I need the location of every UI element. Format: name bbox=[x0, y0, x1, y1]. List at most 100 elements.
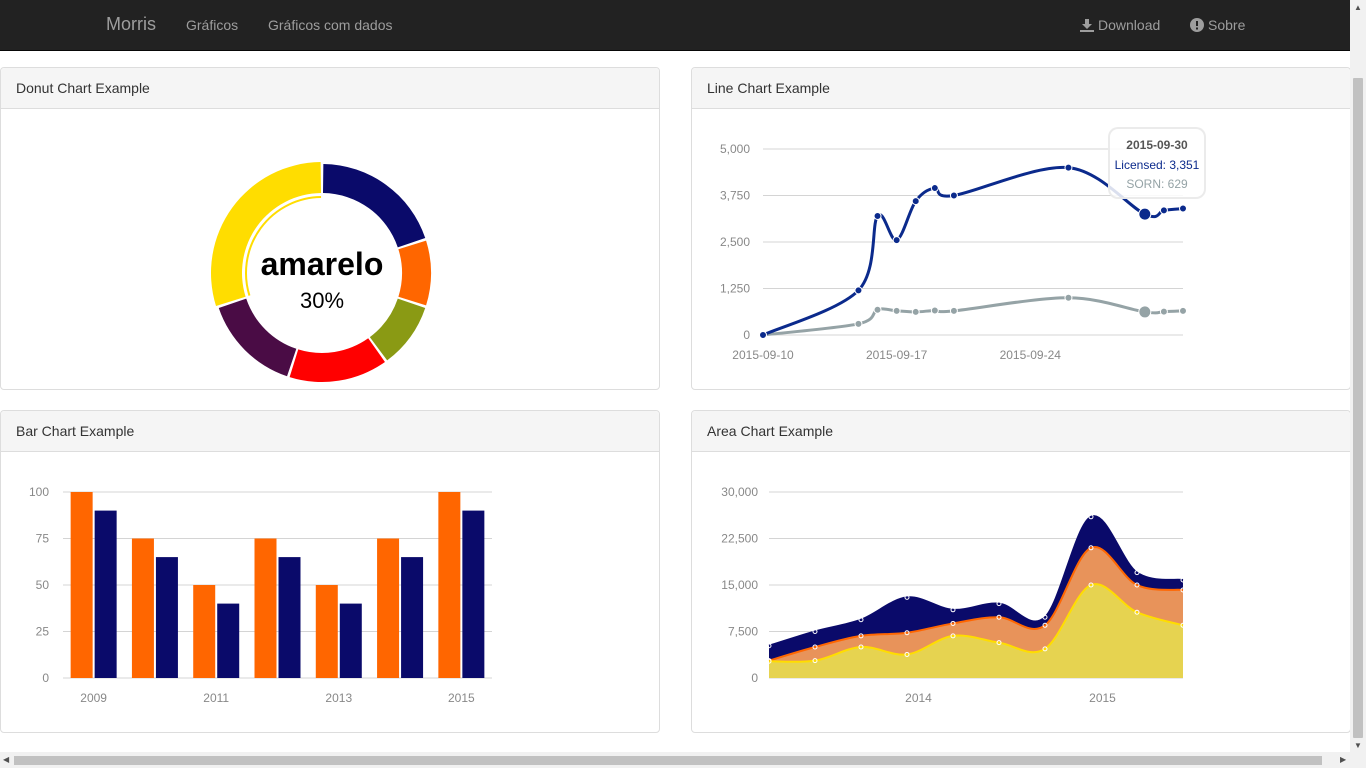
line-point bbox=[1138, 305, 1152, 319]
line-point bbox=[1179, 204, 1187, 213]
bar-chart-panel: Bar Chart Example 0 25 50 75 100 2009 2011 2013… bbox=[0, 410, 660, 733]
bar-y-tick-label: 100 bbox=[29, 485, 49, 499]
bar-x-tick-label: 2011 bbox=[203, 691, 229, 705]
bar-x-tick-label: 2015 bbox=[448, 691, 475, 705]
bar bbox=[438, 492, 461, 678]
bar-y-tick-label: 25 bbox=[36, 625, 50, 639]
line-y-tick-label: 5,000 bbox=[720, 142, 750, 156]
line-chart-panel: Line Chart Example 0 1,250 2,500 3,750 5,000… bbox=[691, 67, 1351, 390]
about-label: Sobre bbox=[1208, 17, 1246, 33]
bar-y-tick-label: 50 bbox=[36, 578, 50, 592]
brand-logo[interactable]: Morris bbox=[106, 14, 156, 35]
line-chart-tooltip: 2015-09-30 Licensed: 3,351 SORN: 629 bbox=[1108, 127, 1206, 199]
donut-chart[interactable]: amarelo 30% bbox=[1, 109, 659, 389]
area-x-tick-label: 2014 bbox=[905, 691, 932, 705]
bar bbox=[315, 585, 338, 678]
donut-chart-panel: Donut Chart Example amarelo 30% bbox=[0, 67, 660, 390]
tooltip-sorn: SORN: 629 bbox=[1126, 177, 1188, 191]
line-point bbox=[759, 331, 767, 339]
bar-y-tick-label: 0 bbox=[42, 671, 49, 685]
area-y-tick-label: 15,000 bbox=[721, 578, 758, 592]
bar bbox=[155, 557, 178, 678]
bar-x-tick-label: 2009 bbox=[80, 691, 107, 705]
line-point bbox=[1064, 163, 1073, 172]
line-point bbox=[1159, 206, 1168, 215]
line-point bbox=[1138, 207, 1152, 221]
download-link[interactable]: Download bbox=[1080, 17, 1160, 33]
line-point bbox=[854, 286, 863, 295]
donut-center-label: amarelo bbox=[261, 246, 384, 282]
donut-slice bbox=[210, 162, 322, 306]
bar bbox=[94, 510, 117, 678]
line-point bbox=[1064, 293, 1073, 302]
line-point bbox=[854, 319, 863, 328]
donut-slice bbox=[322, 164, 426, 248]
line-point bbox=[1159, 307, 1168, 316]
bar bbox=[278, 557, 301, 678]
line-point bbox=[911, 197, 920, 206]
bar-x-tick-label: 2013 bbox=[325, 691, 352, 705]
line-point bbox=[949, 306, 958, 315]
donut-slice bbox=[218, 298, 297, 377]
download-icon bbox=[1080, 19, 1094, 32]
scroll-left-arrow-icon[interactable]: ◀ bbox=[3, 756, 9, 764]
line-series-sorn bbox=[762, 296, 1184, 337]
bar bbox=[217, 603, 240, 678]
top-navbar: Morris Gráficos Gráficos com dados Downl… bbox=[0, 0, 1350, 51]
download-label: Download bbox=[1098, 17, 1161, 33]
tooltip-licensed: Licensed: 3,351 bbox=[1114, 158, 1200, 172]
line-y-tick-label: 2,500 bbox=[720, 235, 750, 249]
line-y-tick-label: 0 bbox=[743, 328, 750, 342]
bar bbox=[401, 557, 424, 678]
line-point bbox=[873, 211, 882, 220]
donut-center-value: 30% bbox=[300, 288, 344, 313]
scroll-down-arrow-icon[interactable]: ▼ bbox=[1354, 742, 1362, 750]
tooltip-date: 2015-09-30 bbox=[1126, 138, 1188, 152]
line-point bbox=[892, 306, 901, 315]
line-chart[interactable]: 0 1,250 2,500 3,750 5,000 2015-09-10 2015-09-1… bbox=[692, 109, 1350, 389]
scroll-up-arrow-icon[interactable]: ▲ bbox=[1354, 4, 1362, 12]
horizontal-scrollbar-thumb[interactable] bbox=[14, 756, 1322, 765]
line-point bbox=[892, 236, 901, 245]
area-chart[interactable]: 0 7,500 15,000 22,500 30,000 2014 2015 bbox=[692, 452, 1350, 732]
area-y-tick-label: 7,500 bbox=[728, 625, 758, 639]
line-y-tick-label: 1,250 bbox=[720, 282, 750, 296]
bar bbox=[131, 538, 154, 678]
line-point bbox=[911, 307, 920, 316]
donut-slice bbox=[289, 338, 385, 382]
area-panel-title: Area Chart Example bbox=[692, 411, 1350, 452]
about-link[interactable]: Sobre bbox=[1190, 17, 1245, 33]
bar bbox=[254, 538, 277, 678]
vertical-scrollbar-thumb[interactable] bbox=[1353, 78, 1363, 738]
bar bbox=[339, 603, 362, 678]
exclamation-circle-icon bbox=[1190, 18, 1204, 32]
line-x-tick-label: 2015-09-17 bbox=[866, 348, 928, 362]
bar-chart[interactable]: 0 25 50 75 100 2009 2011 2013 2015 bbox=[1, 452, 659, 732]
bar bbox=[377, 538, 400, 678]
bar-panel-title: Bar Chart Example bbox=[1, 411, 659, 452]
line-point bbox=[930, 306, 939, 315]
nav-link-graficos-com-dados[interactable]: Gráficos com dados bbox=[268, 17, 393, 33]
donut-slice bbox=[369, 298, 426, 361]
bar bbox=[462, 510, 485, 678]
line-point bbox=[949, 191, 958, 200]
nav-link-graficos[interactable]: Gráficos bbox=[186, 17, 238, 33]
line-point bbox=[1179, 306, 1187, 315]
area-x-tick-label: 2015 bbox=[1089, 691, 1116, 705]
bar-y-tick-label: 75 bbox=[36, 532, 50, 546]
bar bbox=[70, 492, 93, 678]
bar bbox=[193, 585, 216, 678]
donut-panel-title: Donut Chart Example bbox=[1, 68, 659, 109]
line-x-tick-label: 2015-09-24 bbox=[1000, 348, 1062, 362]
area-chart-panel: Area Chart Example 0 7,500 15,000 22,500 30,… bbox=[691, 410, 1351, 733]
scroll-right-arrow-icon[interactable]: ▶ bbox=[1340, 756, 1346, 764]
line-panel-title: Line Chart Example bbox=[692, 68, 1350, 109]
area-y-tick-label: 22,500 bbox=[721, 532, 758, 546]
line-y-tick-label: 3,750 bbox=[720, 189, 750, 203]
line-x-tick-label: 2015-09-10 bbox=[732, 348, 794, 362]
donut-slice bbox=[398, 240, 431, 306]
area-y-tick-label: 30,000 bbox=[721, 485, 758, 499]
line-point bbox=[873, 305, 882, 314]
area-y-tick-label: 0 bbox=[751, 671, 758, 685]
line-point bbox=[930, 184, 939, 193]
